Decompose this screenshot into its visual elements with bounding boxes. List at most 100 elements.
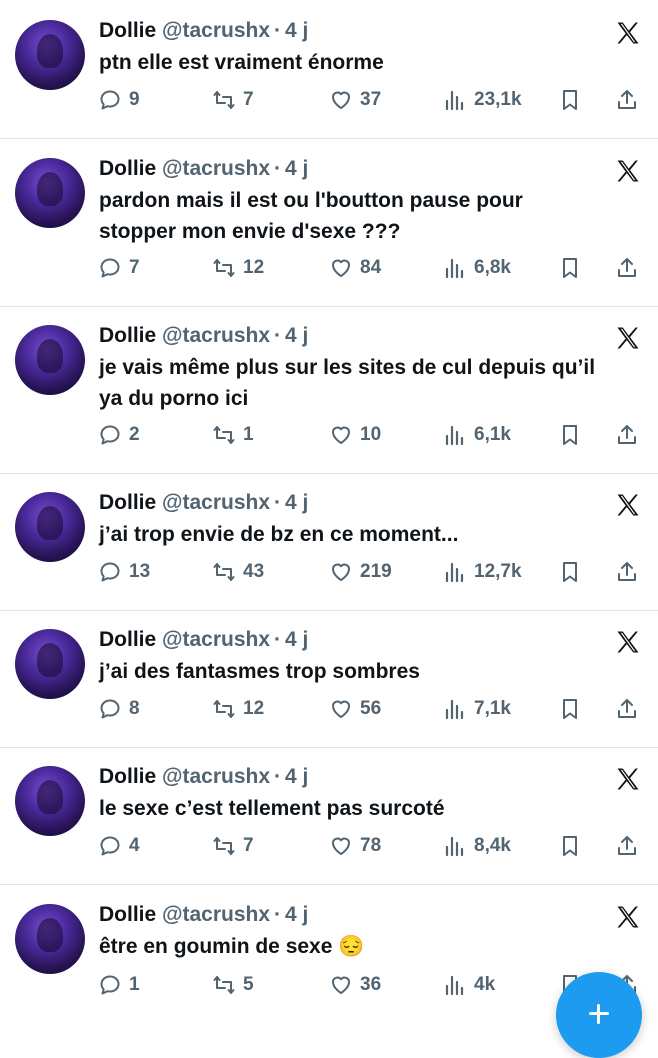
views-count: 6,1k: [474, 424, 511, 445]
bookmark-icon: [563, 699, 577, 719]
avatar[interactable]: [15, 904, 85, 974]
author-handle[interactable]: @tacrushx: [162, 628, 270, 651]
author-name[interactable]: Dollie: [99, 157, 156, 180]
like-count: 78: [360, 835, 382, 856]
share-button[interactable]: [615, 423, 639, 447]
share-icon: [618, 425, 636, 444]
tweet-text: j’ai des fantasmes trop sombres: [99, 660, 420, 683]
avatar[interactable]: [15, 325, 85, 395]
author-handle[interactable]: @tacrushx: [162, 491, 270, 514]
author-handle[interactable]: @tacrushx: [162, 157, 270, 180]
like-button[interactable]: 84: [329, 256, 381, 280]
retweet-icon: [213, 91, 235, 109]
bookmark-button[interactable]: [558, 423, 582, 447]
author-name[interactable]: Dollie: [99, 628, 156, 651]
tweet-time[interactable]: 4 j: [285, 157, 308, 180]
reply-button[interactable]: 8: [98, 697, 140, 721]
bookmark-button[interactable]: [558, 834, 582, 858]
like-button[interactable]: 219: [329, 560, 392, 584]
like-button[interactable]: 37: [329, 88, 381, 112]
reply-button[interactable]: 7: [98, 256, 140, 280]
views-count: 6,8k: [474, 257, 511, 278]
author-name[interactable]: Dollie: [99, 765, 156, 788]
like-button[interactable]: 36: [329, 973, 381, 997]
author-name[interactable]: Dollie: [99, 491, 156, 514]
tweet[interactable]: Dollie @tacrushx · 4 j j’ai trop envie de …: [0, 474, 658, 610]
compose-button[interactable]: [556, 972, 642, 1058]
author-handle[interactable]: @tacrushx: [162, 903, 270, 926]
tweet-time[interactable]: 4 j: [285, 491, 308, 514]
share-button[interactable]: [615, 256, 639, 280]
like-button[interactable]: 56: [329, 697, 381, 721]
retweet-button[interactable]: 12: [212, 697, 264, 721]
x-logo-icon: [617, 768, 639, 790]
views-button[interactable]: 4k: [443, 973, 495, 997]
share-icon: [618, 699, 636, 718]
reply-button[interactable]: 9: [98, 88, 140, 112]
share-icon: [618, 90, 636, 109]
share-button[interactable]: [615, 88, 639, 112]
tweet[interactable]: Dollie @tacrushx · 4 j je vais même plus s…: [0, 307, 658, 473]
author-handle[interactable]: @tacrushx: [162, 324, 270, 347]
share-button[interactable]: [615, 560, 639, 584]
retweet-button[interactable]: 12: [212, 256, 264, 280]
tweet[interactable]: Dollie @tacrushx · 4 j pardon mais il est …: [0, 139, 658, 306]
retweet-button[interactable]: 5: [212, 973, 254, 997]
reply-count: 1: [129, 974, 140, 995]
share-button[interactable]: [615, 834, 639, 858]
views-icon: [445, 562, 464, 583]
author-handle[interactable]: @tacrushx: [162, 19, 270, 42]
tweet-header: Dollie @tacrushx · 4 j: [99, 628, 309, 651]
author-handle[interactable]: @tacrushx: [162, 765, 270, 788]
views-button[interactable]: 23,1k: [443, 88, 522, 112]
bookmark-button[interactable]: [558, 697, 582, 721]
tweet[interactable]: Dollie @tacrushx · 4 j j’ai des fantasmes …: [0, 611, 658, 747]
views-button[interactable]: 8,4k: [443, 834, 511, 858]
tweet-time[interactable]: 4 j: [285, 19, 308, 42]
bookmark-button[interactable]: [558, 88, 582, 112]
views-button[interactable]: 7,1k: [443, 697, 511, 721]
tweet-text: je vais même plus sur les sites de cul d…: [99, 356, 596, 410]
like-button[interactable]: 78: [329, 834, 381, 858]
avatar[interactable]: [15, 629, 85, 699]
tweet-time[interactable]: 4 j: [285, 765, 308, 788]
tweet[interactable]: Dollie @tacrushx · 4 j ptn elle est vraime…: [0, 0, 658, 138]
retweet-button[interactable]: 7: [212, 834, 254, 858]
tweet-text: j’ai trop envie de bz en ce moment...: [99, 523, 459, 546]
tweet[interactable]: Dollie @tacrushx · 4 j le sexe c’est telle…: [0, 748, 658, 884]
tweet-time[interactable]: 4 j: [285, 903, 308, 926]
reply-count: 7: [129, 257, 140, 278]
tweet-time[interactable]: 4 j: [285, 628, 308, 651]
reply-button[interactable]: 13: [98, 560, 150, 584]
tweet-time[interactable]: 4 j: [285, 324, 308, 347]
like-button[interactable]: 10: [329, 423, 381, 447]
tweet-actions: 7 12 84 6,8k: [0, 256, 658, 286]
avatar[interactable]: [15, 492, 85, 562]
reply-button[interactable]: 2: [98, 423, 140, 447]
tweet-header: Dollie @tacrushx · 4 j: [99, 19, 309, 42]
reply-count: 13: [129, 561, 151, 582]
bookmark-button[interactable]: [558, 256, 582, 280]
avatar[interactable]: [15, 158, 85, 228]
reply-icon: [100, 562, 120, 582]
heart-icon: [332, 426, 350, 444]
author-name[interactable]: Dollie: [99, 903, 156, 926]
tweet-actions: 13 43 219 12,7k: [0, 560, 658, 590]
avatar[interactable]: [15, 766, 85, 836]
author-name[interactable]: Dollie: [99, 324, 156, 347]
reply-button[interactable]: 4: [98, 834, 140, 858]
retweet-button[interactable]: 7: [212, 88, 254, 112]
author-name[interactable]: Dollie: [99, 19, 156, 42]
views-button[interactable]: 6,8k: [443, 256, 511, 280]
bookmark-button[interactable]: [558, 560, 582, 584]
retweet-icon: [213, 976, 235, 994]
views-button[interactable]: 6,1k: [443, 423, 511, 447]
bookmark-icon: [563, 258, 577, 278]
reply-icon: [100, 699, 120, 719]
share-button[interactable]: [615, 697, 639, 721]
retweet-button[interactable]: 1: [212, 423, 254, 447]
avatar[interactable]: [15, 20, 85, 90]
reply-button[interactable]: 1: [98, 973, 140, 997]
retweet-button[interactable]: 43: [212, 560, 264, 584]
views-button[interactable]: 12,7k: [443, 560, 522, 584]
